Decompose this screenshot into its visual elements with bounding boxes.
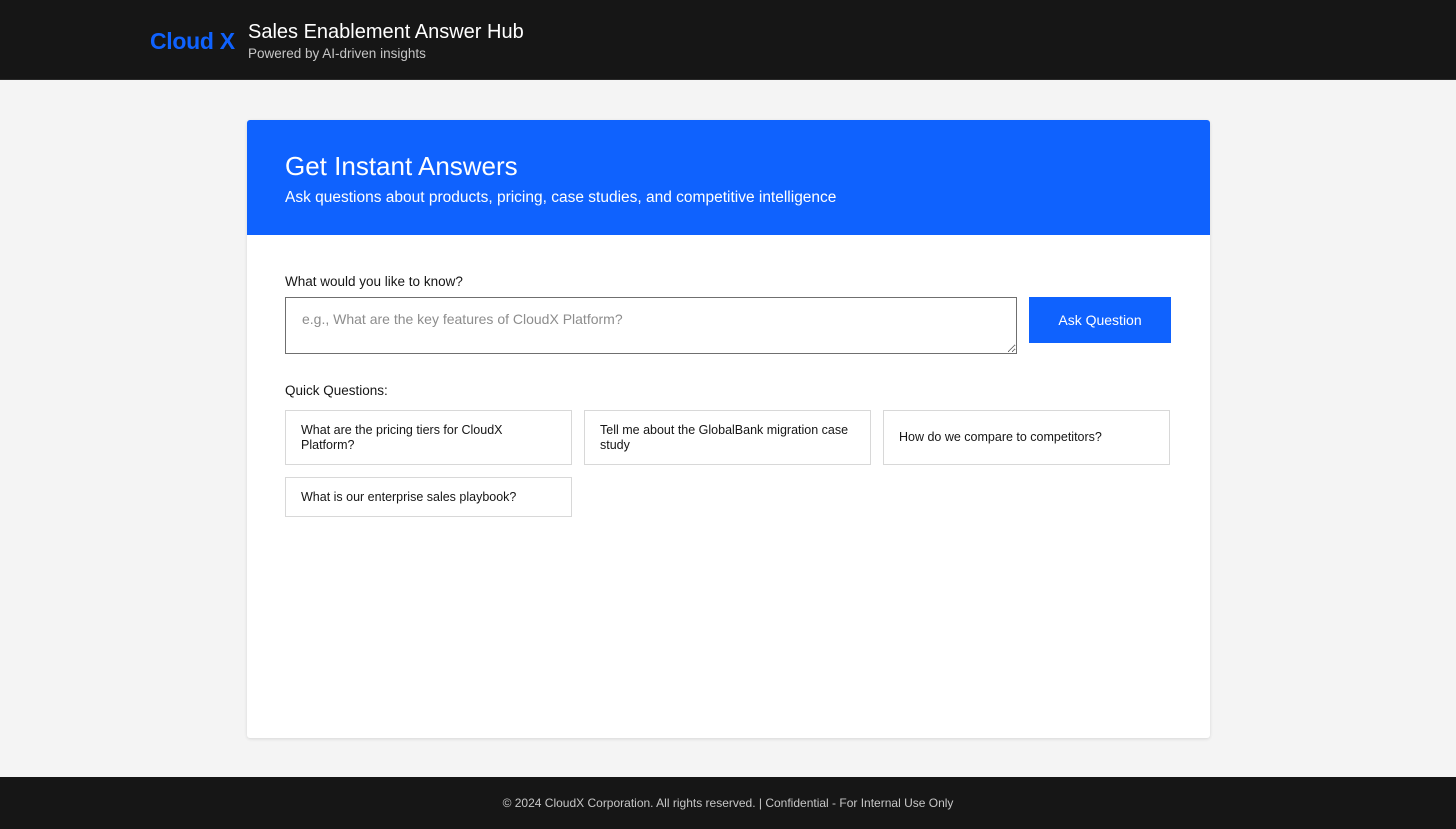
answer-card: Get Instant Answers Ask questions about … — [247, 120, 1210, 738]
page-footer: © 2024 CloudX Corporation. All rights re… — [0, 777, 1456, 829]
app-root: Cloud X Sales Enablement Answer Hub Powe… — [0, 0, 1456, 829]
hero-title: Get Instant Answers — [285, 151, 518, 181]
footer-text: © 2024 CloudX Corporation. All rights re… — [502, 796, 954, 810]
quick-question-playbook[interactable]: What is our enterprise sales playbook? — [285, 477, 572, 517]
app-subtitle: Powered by AI-driven insights — [248, 46, 426, 61]
top-header: Cloud X Sales Enablement Answer Hub Powe… — [0, 0, 1456, 80]
hero-banner: Get Instant Answers Ask questions about … — [247, 120, 1210, 235]
question-input[interactable] — [285, 297, 1017, 354]
hero-subtitle: Ask questions about products, pricing, c… — [285, 189, 837, 206]
question-label: What would you like to know? — [285, 274, 463, 289]
ask-question-button[interactable]: Ask Question — [1029, 297, 1171, 343]
app-title: Sales Enablement Answer Hub — [248, 21, 524, 43]
quick-question-case-study[interactable]: Tell me about the GlobalBank migration c… — [584, 410, 871, 465]
brand-logo[interactable]: Cloud X — [150, 27, 235, 55]
quick-questions-grid: What are the pricing tiers for CloudX Pl… — [285, 410, 1171, 517]
quick-question-pricing[interactable]: What are the pricing tiers for CloudX Pl… — [285, 410, 572, 465]
quick-question-competitors[interactable]: How do we compare to competitors? — [883, 410, 1170, 465]
quick-questions-label: Quick Questions: — [285, 383, 388, 398]
